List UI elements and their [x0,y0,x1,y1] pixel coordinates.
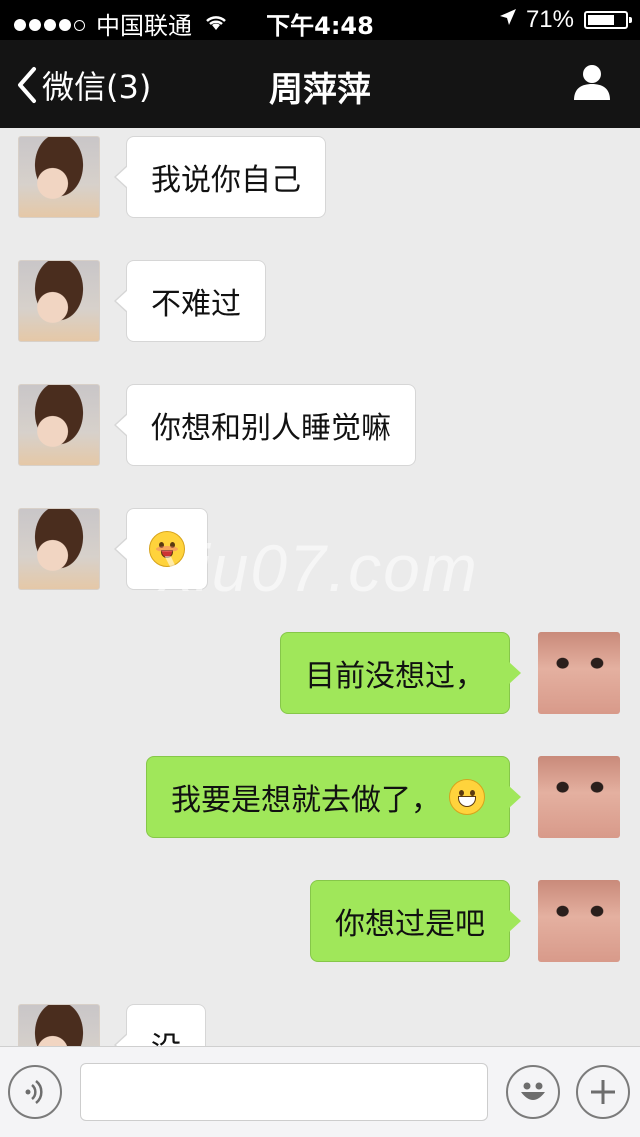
message-bubble[interactable] [114,508,208,590]
tongue-face-emoji-icon [149,531,185,567]
message-bubble[interactable]: 不难过 [114,260,266,342]
battery-fill [588,15,614,25]
nav-bar: 微信(3) 周萍萍 [0,40,640,128]
message-bubble[interactable]: 没 [114,1004,206,1046]
message-input[interactable] [80,1063,488,1121]
status-bar: 中国联通 下午4:48 71% [0,0,640,40]
message-row: 你想过是吧 [0,872,640,962]
person-icon [574,65,610,100]
location-arrow-icon [498,6,518,34]
message-bubble[interactable]: 我要是想就去做了， [146,756,521,838]
message-bubble[interactable]: 你想过是吧 [310,880,521,962]
emoji-button[interactable] [506,1065,560,1119]
battery-percent: 71% [525,6,574,33]
plus-icon [591,1080,615,1104]
message-row: 目前没想过， [0,624,640,714]
contact-avatar[interactable] [18,508,100,590]
message-row: 我说你自己 [0,128,640,218]
battery-icon [584,11,632,29]
message-text: 我说你自己 [151,163,301,198]
my-avatar[interactable] [538,632,620,714]
message-row: 你想和别人睡觉嘛 [0,376,640,466]
message-text: 我要是想就去做了， [171,783,441,818]
message-bubble[interactable]: 我说你自己 [114,136,326,218]
more-button[interactable] [576,1065,630,1119]
voice-button[interactable] [8,1065,62,1119]
message-text: 不难过 [151,287,241,322]
message-text: 你想过是吧 [335,907,485,942]
chat-title: 周萍萍 [269,70,371,110]
message-bubble[interactable]: 你想和别人睡觉嘛 [114,384,416,466]
message-text: 你想和别人睡觉嘛 [151,411,391,446]
contact-avatar[interactable] [18,384,100,466]
message-bubble[interactable]: 目前没想过， [280,632,521,714]
my-avatar[interactable] [538,880,620,962]
message-row: 不难过 [0,252,640,342]
contact-avatar[interactable] [18,260,100,342]
status-right: 71% [498,6,632,34]
message-row: 没 [0,996,640,1046]
contact-avatar[interactable] [18,136,100,218]
voice-wave-icon [25,1080,43,1104]
grin-face-emoji-icon [449,779,485,815]
message-row [0,500,640,590]
message-row: 我要是想就去做了， [0,748,640,838]
chat-area[interactable]: 我说你自己 不难过 你想和别人睡觉嘛 目前没想过， 我要是想就去做了， 你想过是… [0,128,640,1046]
message-text: 没 [151,1023,181,1046]
message-text: 目前没想过， [305,659,485,694]
profile-button[interactable] [572,62,612,106]
smiley-icon [521,1082,545,1100]
my-avatar[interactable] [538,756,620,838]
contact-avatar[interactable] [18,1004,100,1046]
input-bar [0,1046,640,1137]
